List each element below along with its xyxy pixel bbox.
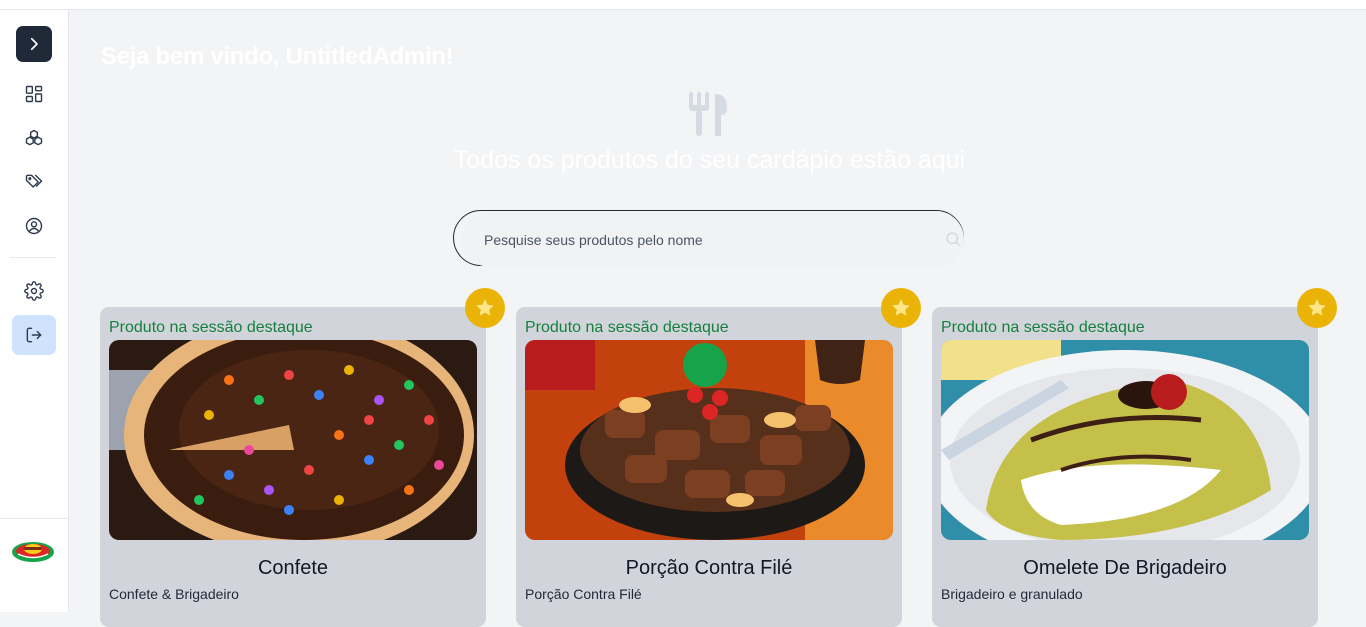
sidebar-divider: [10, 257, 56, 258]
page-subtitle: Todos os produtos do seu cardápio estão …: [453, 146, 966, 174]
search-bar: [453, 210, 964, 267]
product-image[interactable]: [941, 340, 1309, 540]
dashboard-icon: [25, 85, 43, 103]
product-name: Porção Contra Filé: [625, 557, 793, 579]
featured-star-badge[interactable]: [465, 288, 505, 328]
search-icon[interactable]: [944, 230, 962, 248]
utensils-icon: [689, 92, 727, 136]
product-card[interactable]: Produto na sessão destaque: [516, 288, 921, 627]
sidebar-bottom-divider: [0, 518, 68, 519]
sidebar-item-tags[interactable]: [12, 162, 56, 202]
product-name: Confete: [257, 557, 329, 579]
top-bar: [0, 0, 1366, 10]
product-description: Brigadeiro e granulado: [941, 586, 1083, 602]
featured-star-badge[interactable]: [1297, 288, 1337, 328]
product-image[interactable]: [525, 340, 893, 540]
sidebar: [0, 10, 69, 612]
chevron-right-icon: [30, 37, 38, 51]
product-card[interactable]: Produto na sessão destaque Omelete De Br…: [932, 288, 1337, 627]
star-icon: [892, 299, 910, 316]
logout-icon: [26, 327, 42, 343]
sidebar-item-profile[interactable]: [12, 206, 56, 246]
search-input[interactable]: [482, 229, 926, 251]
sidebar-item-dashboard[interactable]: [12, 74, 56, 114]
sidebar-toggle-button[interactable]: [16, 26, 52, 62]
product-image[interactable]: [109, 340, 477, 540]
main-content: Seja bem vindo, UntitledAdmin! Todos os …: [69, 10, 1366, 627]
product-card[interactable]: Produto na sessão destaque: [100, 288, 505, 627]
welcome-heading: Seja bem vindo, UntitledAdmin!: [101, 43, 454, 70]
star-icon: [476, 299, 494, 316]
featured-label: Produto na sessão destaque: [109, 319, 313, 336]
featured-star-badge[interactable]: [881, 288, 921, 328]
sidebar-item-settings[interactable]: [12, 271, 56, 311]
search-field-background: [462, 211, 964, 267]
featured-label: Produto na sessão destaque: [941, 319, 1145, 336]
sidebar-item-logout[interactable]: [12, 315, 56, 355]
tags-icon: [25, 174, 43, 188]
layers-icon: [25, 129, 43, 146]
product-description: Confete & Brigadeiro: [109, 586, 239, 602]
featured-label: Produto na sessão destaque: [525, 319, 729, 336]
sidebar-item-categories[interactable]: [12, 118, 56, 158]
brand-logo: [12, 542, 54, 562]
gear-icon: [24, 281, 44, 301]
product-description: Porção Contra Filé: [525, 586, 642, 602]
user-circle-icon: [25, 217, 43, 235]
product-name: Omelete De Brigadeiro: [1023, 557, 1227, 579]
star-icon: [1308, 299, 1326, 316]
